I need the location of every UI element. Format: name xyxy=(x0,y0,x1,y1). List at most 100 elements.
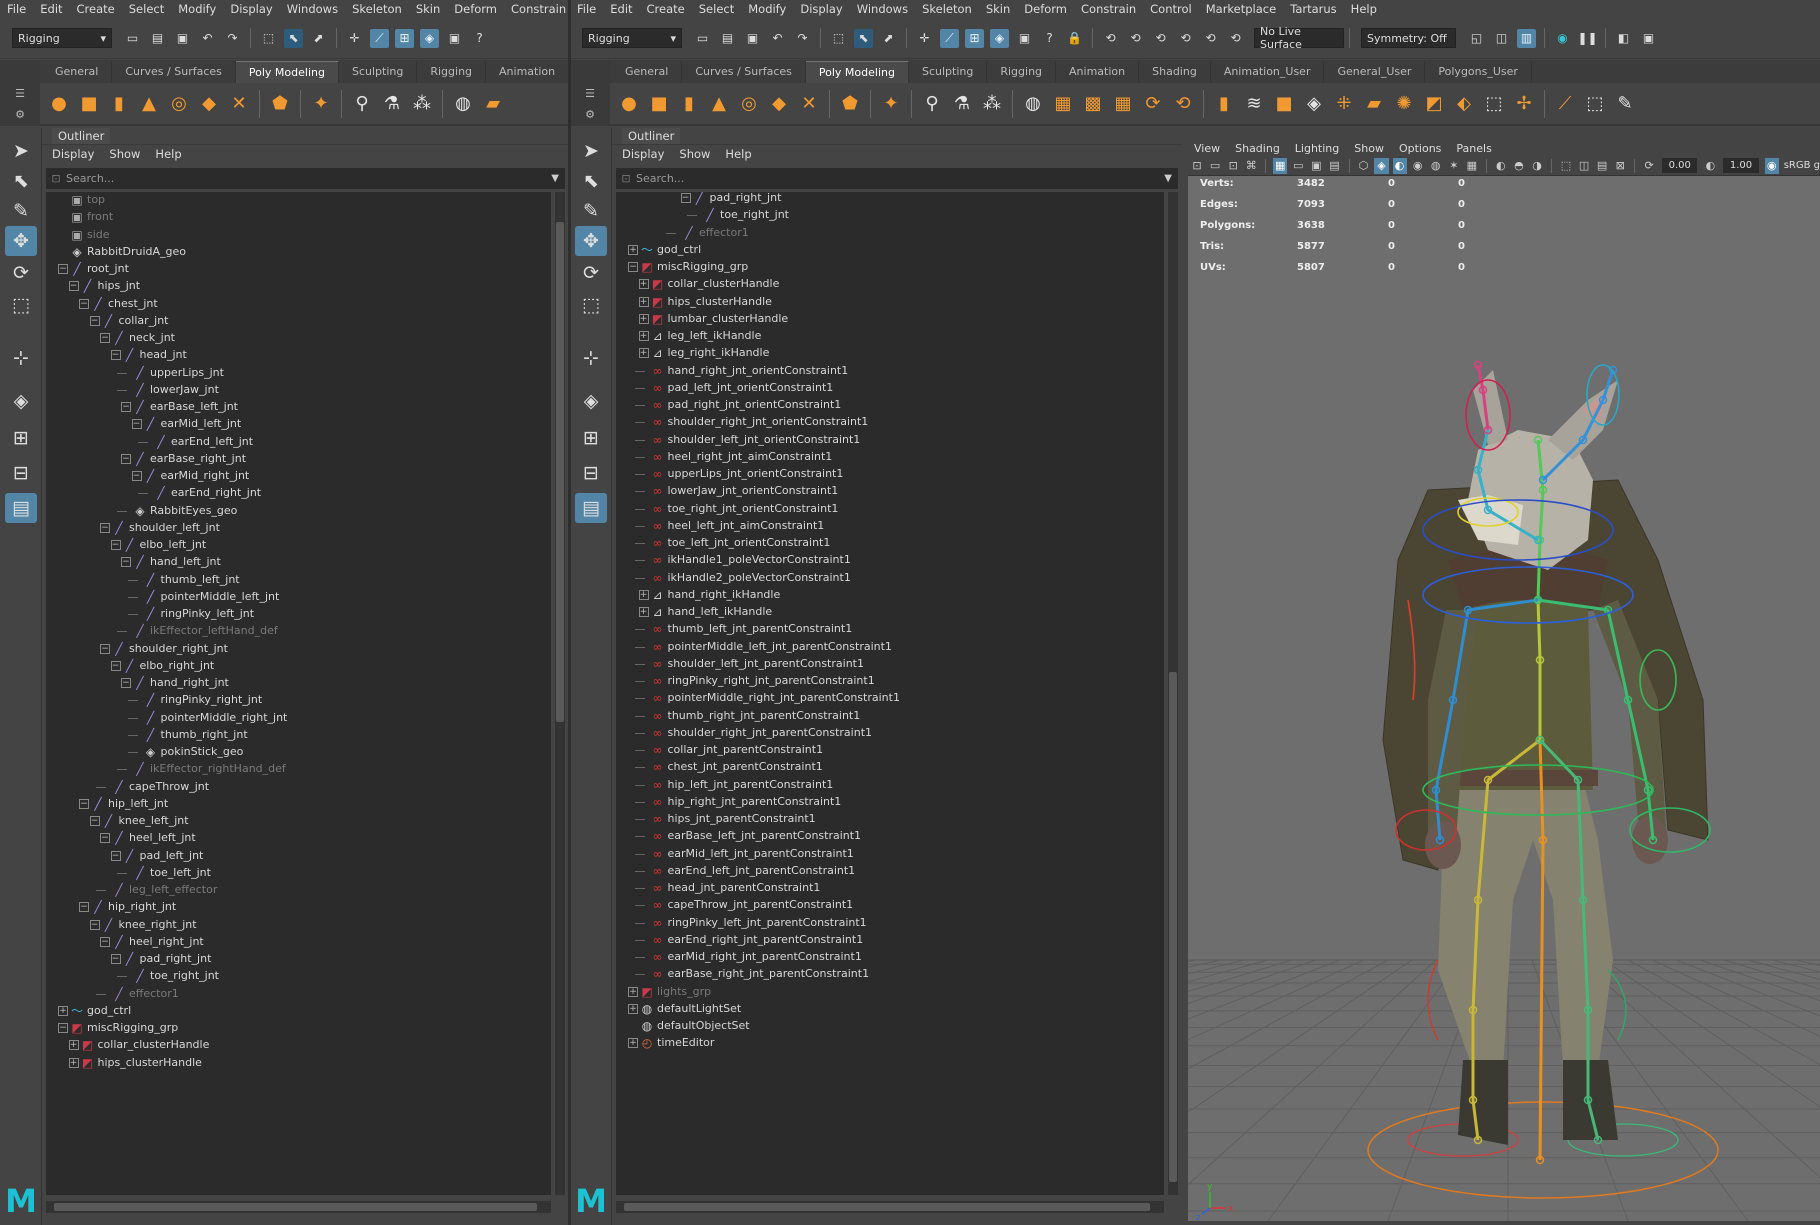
poly-cube-icon[interactable]: ■ xyxy=(74,88,104,120)
last-tool-icon[interactable]: ⊹ xyxy=(575,343,607,373)
tree-row[interactable]: ╱ toe_right_jnt xyxy=(616,207,1164,224)
paint-select-icon[interactable]: ✎ xyxy=(575,196,607,226)
dropdown-arrow-icon[interactable]: ▼ xyxy=(551,173,559,184)
tab-polygons_user[interactable]: Polygons_User xyxy=(1425,61,1532,83)
tab-sculpting[interactable]: Sculpting xyxy=(339,61,418,83)
tree-row[interactable]: ╱ pointerMiddle_left_jnt xyxy=(46,589,551,606)
tree-row[interactable]: − ╱ earBase_left_jnt xyxy=(46,399,551,416)
tree-row[interactable]: − ╱ head_jnt xyxy=(46,347,551,364)
menu-constrain[interactable]: Constrain xyxy=(504,2,570,16)
expand-toggle-icon[interactable]: + xyxy=(628,986,638,997)
snap-curve-icon[interactable]: ⟋ xyxy=(940,28,959,48)
tree-row[interactable]: ◈ RabbitDruidA_geo xyxy=(46,244,551,261)
tree-row[interactable]: ◈ pokinStick_geo xyxy=(46,744,551,761)
insert-loop-icon[interactable]: ✎ xyxy=(1610,88,1640,120)
tree-row[interactable]: ∞ heel_left_jnt_aimConstraint1 xyxy=(616,518,1164,535)
tree-row[interactable]: ∞ shoulder_left_jnt_orientConstraint1 xyxy=(616,432,1164,449)
tab-poly-modeling[interactable]: Poly Modeling xyxy=(805,61,909,83)
select-hierarchy-icon[interactable]: ⬚ xyxy=(829,29,848,48)
tree-row[interactable]: + ◩ hips_clusterHandle xyxy=(616,294,1164,311)
status-tool-icon[interactable]: ◉ xyxy=(1553,29,1572,48)
poly-sphere-icon[interactable]: ● xyxy=(614,88,644,120)
tree-row[interactable]: − ╱ pad_right_jnt xyxy=(616,192,1164,207)
expand-toggle-icon[interactable]: − xyxy=(100,333,110,343)
dropdown-arrow-icon[interactable]: ▼ xyxy=(1164,173,1172,184)
tree-row[interactable]: − ╱ root_jnt xyxy=(46,261,551,278)
smooth-icon[interactable]: ⟳ xyxy=(1138,88,1168,120)
paint-select-icon[interactable]: ✎ xyxy=(5,196,37,226)
lasso-tool-icon[interactable]: ⬉ xyxy=(5,166,37,196)
scroll-thumb[interactable] xyxy=(54,1203,537,1211)
gear-icon[interactable]: ⚙ xyxy=(15,108,25,121)
viewport-menu-lighting[interactable]: Lighting xyxy=(1295,142,1339,155)
tab-animation[interactable]: Animation xyxy=(1056,61,1140,83)
save-scene-icon[interactable]: ▣ xyxy=(743,29,762,48)
tree-row[interactable]: − ╱ heel_right_jnt xyxy=(46,934,551,951)
scroll-thumb[interactable] xyxy=(1169,672,1177,1182)
poly-cube-icon[interactable]: ■ xyxy=(644,88,674,120)
outliner-hscroll[interactable] xyxy=(616,1201,1164,1213)
tree-row[interactable]: ∞ ikHandle1_poleVectorConstraint1 xyxy=(616,552,1164,569)
menu-modify[interactable]: Modify xyxy=(741,2,793,16)
status-tool-icon[interactable]: ▥ xyxy=(1517,28,1536,48)
expand-toggle-icon[interactable]: − xyxy=(131,419,142,430)
tree-row[interactable]: + ⊿ leg_left_ikHandle xyxy=(616,328,1164,345)
expand-toggle-icon[interactable]: + xyxy=(638,589,649,600)
colorspace-icon[interactable]: ◉ xyxy=(1764,157,1779,174)
connect-icon[interactable]: ⟋ xyxy=(1550,88,1580,120)
outliner-hscroll[interactable] xyxy=(46,1201,551,1213)
tree-row[interactable]: + ◍ defaultLightSet xyxy=(616,1001,1164,1018)
quad-draw-icon[interactable]: ⁂ xyxy=(977,88,1007,120)
snap-view-icon[interactable]: ▣ xyxy=(445,29,464,48)
extrude-icon[interactable]: ■ xyxy=(1269,88,1299,120)
lasso-face-icon[interactable]: ⟲ xyxy=(1176,29,1195,48)
expand-toggle-icon[interactable]: − xyxy=(89,315,100,326)
single-view-icon[interactable]: ◈ xyxy=(575,386,607,416)
expand-toggle-icon[interactable]: − xyxy=(110,660,121,671)
reduce-icon[interactable]: ⟲ xyxy=(1168,88,1198,120)
menu-lines-icon[interactable]: ☰ xyxy=(15,87,25,100)
outliner-menu-display[interactable]: Display xyxy=(52,147,94,161)
tree-row[interactable]: ∞ hips_jnt_parentConstraint1 xyxy=(616,811,1164,828)
tree-row[interactable]: ∞ toe_right_jnt_orientConstraint1 xyxy=(616,501,1164,518)
viewport-tool-icon[interactable]: ◍ xyxy=(1429,158,1443,174)
select-object-icon[interactable]: ⬉ xyxy=(854,28,873,48)
tree-row[interactable]: ╱ thumb_right_jnt xyxy=(46,727,551,744)
expand-toggle-icon[interactable]: − xyxy=(110,954,121,964)
expand-toggle-icon[interactable]: − xyxy=(110,350,121,361)
viewport-tool-icon[interactable]: ▦ xyxy=(1273,157,1288,174)
snap-surface-icon[interactable]: ◈ xyxy=(990,28,1009,48)
expand-toggle-icon[interactable]: − xyxy=(58,1023,68,1033)
expand-toggle-icon[interactable]: − xyxy=(121,402,131,412)
live-surface-field[interactable]: No Live Surface xyxy=(1254,25,1344,51)
poly-cylinder-icon[interactable]: ▮ xyxy=(104,88,134,120)
tree-row[interactable]: + ◩ lights_grp xyxy=(616,984,1164,1001)
viewport-tool-icon[interactable]: ◉ xyxy=(1411,158,1425,174)
tree-row[interactable]: − ◩ miscRigging_grp xyxy=(616,259,1164,276)
tab-curves-surfaces[interactable]: Curves / Surfaces xyxy=(112,61,236,83)
tab-curves-surfaces[interactable]: Curves / Surfaces xyxy=(682,61,806,83)
expand-toggle-icon[interactable]: − xyxy=(121,557,131,568)
tree-row[interactable]: ∞ earBase_right_jnt_parentConstraint1 xyxy=(616,966,1164,983)
menu-tartarus[interactable]: Tartarus xyxy=(1283,2,1343,16)
move-tool-icon[interactable]: ✥ xyxy=(575,226,607,256)
tree-row[interactable]: ∞ toe_left_jnt_orientConstraint1 xyxy=(616,535,1164,552)
expand-toggle-icon[interactable]: − xyxy=(628,262,638,272)
tree-row[interactable]: ╱ upperLips_jnt xyxy=(46,365,551,382)
poly-cone-icon[interactable]: ▲ xyxy=(134,88,164,120)
tree-row[interactable]: ╱ toe_right_jnt xyxy=(46,968,551,985)
tree-row[interactable]: + ◩ collar_clusterHandle xyxy=(46,1037,551,1054)
menu-set-dropdown[interactable]: Rigging ▾ xyxy=(582,28,682,48)
knife-icon[interactable]: ⬚ xyxy=(1580,88,1610,120)
status-tool-icon[interactable]: ◧ xyxy=(1614,29,1633,48)
tab-general[interactable]: General xyxy=(612,61,683,83)
sweep-mesh-icon[interactable]: ✦ xyxy=(876,88,906,120)
expand-toggle-icon[interactable]: + xyxy=(638,296,649,307)
viewport-tool-icon[interactable]: ▭ xyxy=(1208,158,1222,174)
viewport-tool-icon[interactable]: ◈ xyxy=(1374,157,1389,174)
outliner-search[interactable]: ⊡ Search... ▼ xyxy=(46,168,565,189)
poly-platonic-icon[interactable]: ⬟ xyxy=(265,88,295,120)
outliner-layout-icon[interactable]: ▤ xyxy=(5,493,37,523)
redo-icon[interactable]: ↷ xyxy=(793,29,812,48)
poly-sphere-icon[interactable]: ● xyxy=(44,88,74,120)
